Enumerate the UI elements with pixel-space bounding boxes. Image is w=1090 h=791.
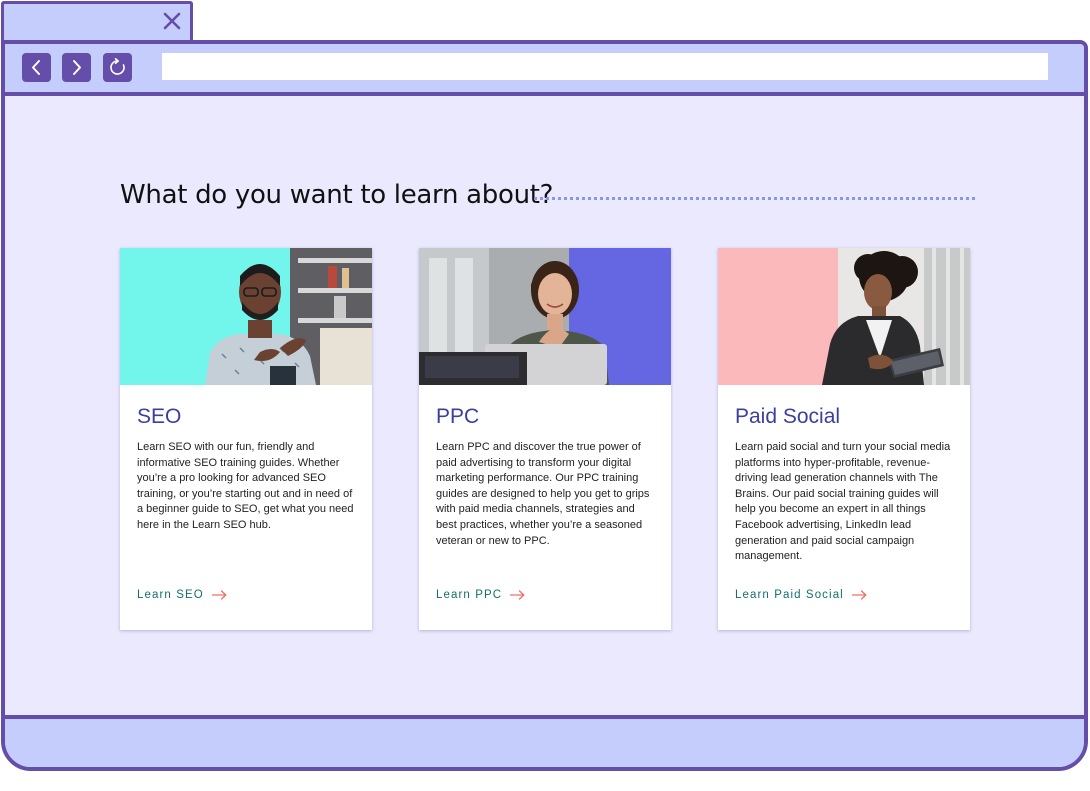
back-button[interactable] [22, 53, 51, 82]
card-description: Learn paid social and turn your social m… [735, 441, 951, 563]
arrow-right-icon [211, 590, 227, 600]
card-title: SEO [137, 405, 182, 428]
card-image-ppc [419, 248, 671, 385]
close-icon[interactable] [160, 9, 184, 33]
arrow-right-icon [851, 590, 867, 600]
card-image-seo [120, 248, 372, 385]
card-seo: SEO Learn SEO with our fun, friendly and… [120, 248, 372, 630]
link-label: Learn SEO [137, 589, 204, 601]
card-title: PPC [436, 405, 480, 428]
card-ppc: PPC Learn PPC and discover the true powe… [419, 248, 671, 630]
forward-button[interactable] [62, 53, 91, 82]
link-label: Learn PPC [436, 589, 503, 601]
card-description: Learn SEO with our fun, friendly and inf… [137, 441, 354, 531]
url-bar[interactable] [162, 53, 1048, 80]
page-title: What do you want to learn about? [120, 180, 554, 210]
chevron-right-icon [73, 60, 81, 75]
browser-window: What do you want to learn about? SEO Lea… [1, 40, 1088, 771]
browser-footer [5, 715, 1084, 767]
section-heading-row: What do you want to learn about? [120, 180, 975, 220]
seo-photo [120, 248, 372, 385]
card-image-paid-social [718, 248, 970, 385]
paid-social-photo [718, 248, 970, 385]
learn-seo-link[interactable]: Learn SEO [137, 589, 227, 601]
browser-tab[interactable] [1, 1, 193, 40]
link-label: Learn Paid Social [735, 589, 844, 601]
page-content: What do you want to learn about? SEO Lea… [5, 96, 1084, 715]
reload-button[interactable] [103, 53, 132, 82]
reload-icon [110, 58, 125, 75]
photo-accent-bg [718, 248, 838, 385]
arrow-right-icon [510, 590, 525, 600]
card-description: Learn PPC and discover the true power of… [436, 441, 650, 547]
dotted-divider [534, 197, 975, 200]
card-paid-social: Paid Social Learn paid social and turn y… [718, 248, 970, 630]
learn-ppc-link[interactable]: Learn PPC [436, 589, 525, 601]
browser-toolbar [5, 44, 1084, 96]
ppc-photo [419, 248, 671, 385]
chevron-left-icon [32, 60, 40, 75]
learn-paid-social-link[interactable]: Learn Paid Social [735, 589, 867, 601]
card-title: Paid Social [735, 405, 841, 428]
